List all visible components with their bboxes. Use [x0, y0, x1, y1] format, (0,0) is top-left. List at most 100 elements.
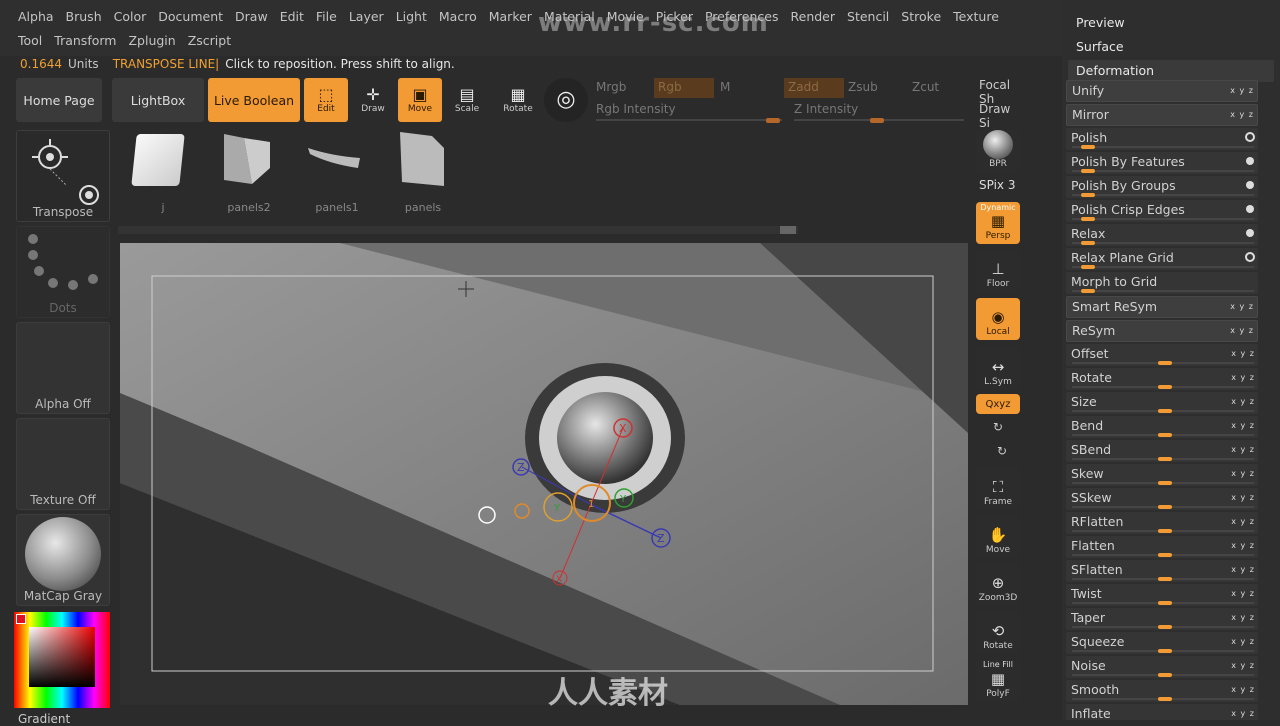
menu-brush[interactable]: Brush	[60, 9, 108, 24]
slider-knob[interactable]	[1158, 409, 1172, 413]
spix-label[interactable]: SPix 3	[979, 178, 1015, 192]
deformation-polish-by-features[interactable]: Polish By Features	[1066, 152, 1258, 174]
slider-knob[interactable]	[1158, 601, 1172, 605]
menu-color[interactable]: Color	[108, 9, 153, 24]
zoom3d-button[interactable]: ⊕ Zoom3D	[976, 564, 1020, 606]
deformation-relax[interactable]: Relax	[1066, 224, 1258, 246]
deformation-rotate[interactable]: Rotate x y z	[1066, 368, 1258, 390]
toggle-ring-icon[interactable]	[1245, 132, 1255, 142]
zadd-toggle[interactable]: Zadd	[784, 78, 844, 98]
zsub-toggle[interactable]: Zsub	[848, 80, 878, 94]
thumb-j[interactable]: j	[128, 128, 198, 214]
slider-knob[interactable]	[1158, 505, 1172, 509]
xyz-axis-icon[interactable]: x y z	[1231, 632, 1255, 652]
xyz-axis-icon[interactable]: x y z	[1231, 368, 1255, 388]
slider-track[interactable]	[1072, 170, 1254, 172]
deformation-rflatten[interactable]: RFlatten x y z	[1066, 512, 1258, 534]
deformation-mirror[interactable]: Mirror x y z	[1066, 104, 1258, 126]
mrgb-toggle[interactable]: Mrgb	[596, 80, 626, 94]
deformation-sbend[interactable]: SBend x y z	[1066, 440, 1258, 462]
menu-zscript[interactable]: Zscript	[182, 33, 237, 48]
menu-marker[interactable]: Marker	[483, 9, 538, 24]
texture-tile[interactable]: Texture Off	[16, 418, 110, 510]
deformation-smooth[interactable]: Smooth x y z	[1066, 680, 1258, 702]
xyz-button[interactable]: Qxyz	[976, 394, 1020, 414]
menu-layer[interactable]: Layer	[343, 9, 390, 24]
thumb-scrollbar[interactable]	[118, 226, 798, 234]
xyz-axis-icon[interactable]: x y z	[1231, 512, 1255, 532]
slider-knob[interactable]	[1158, 385, 1172, 389]
bpr-button[interactable]: BPR	[976, 130, 1020, 172]
slider-track[interactable]	[1072, 290, 1254, 292]
deformation-sskew[interactable]: SSkew x y z	[1066, 488, 1258, 510]
xyz-axis-icon[interactable]: x y z	[1231, 536, 1255, 556]
slider-knob[interactable]	[1080, 289, 1095, 293]
xyz-axis-icon[interactable]: x y z	[1231, 440, 1255, 460]
live-boolean-button[interactable]: Live Boolean	[208, 78, 300, 122]
menu-render[interactable]: Render	[785, 9, 842, 24]
deformation-flatten[interactable]: Flatten x y z	[1066, 536, 1258, 558]
polyf-button[interactable]: Line Fill ▦ PolyF	[976, 660, 1020, 702]
transpose-tile[interactable]: Transpose	[16, 130, 110, 222]
slider-knob[interactable]	[1080, 217, 1095, 221]
toggle-dot-icon[interactable]	[1246, 157, 1254, 165]
toggle-ring-icon[interactable]	[1245, 252, 1255, 262]
rgb-intensity-knob[interactable]	[766, 118, 780, 123]
slider-knob[interactable]	[1158, 433, 1172, 437]
xyz-axis-icon[interactable]: x y z	[1231, 704, 1255, 720]
thumb-scroll-handle[interactable]	[780, 226, 796, 234]
menu-edit[interactable]: Edit	[274, 9, 310, 24]
menu-document[interactable]: Document	[152, 9, 229, 24]
preview-section-header[interactable]: Preview	[1068, 12, 1274, 34]
color-picker-hue[interactable]	[14, 612, 110, 708]
dots-stroke-tile[interactable]: Dots	[16, 226, 110, 318]
rotate-y-icon[interactable]: ↻	[993, 420, 1003, 434]
slider-knob[interactable]	[1080, 169, 1095, 173]
surface-section-header[interactable]: Surface	[1068, 36, 1274, 58]
menu-stencil[interactable]: Stencil	[841, 9, 895, 24]
slider-knob[interactable]	[1158, 457, 1172, 461]
m-toggle[interactable]: M	[720, 80, 730, 94]
slider-track[interactable]	[1072, 146, 1254, 148]
alpha-tile[interactable]: Alpha Off	[16, 322, 110, 414]
menu-zplugin[interactable]: Zplugin	[122, 33, 181, 48]
deformation-smart-resym[interactable]: Smart ReSym x y z	[1066, 296, 1258, 318]
slider-knob[interactable]	[1158, 673, 1172, 677]
slider-track[interactable]	[1072, 242, 1254, 244]
primary-color-swatch[interactable]	[16, 614, 26, 624]
toggle-dot-icon[interactable]	[1246, 205, 1254, 213]
slider-track[interactable]	[1072, 218, 1254, 220]
color-picker-field[interactable]	[29, 627, 95, 687]
slider-knob[interactable]	[1158, 481, 1172, 485]
lsym-button[interactable]: ↔ L.Sym	[976, 348, 1020, 390]
xyz-axis-icon[interactable]: x y z	[1230, 105, 1254, 125]
xyz-axis-icon[interactable]: x y z	[1231, 608, 1255, 628]
slider-knob[interactable]	[1158, 649, 1172, 653]
menu-file[interactable]: File	[310, 9, 343, 24]
persp-button[interactable]: Dynamic ▦ Persp	[976, 202, 1020, 244]
deformation-morph-to-grid[interactable]: Morph to Grid	[1066, 272, 1258, 294]
xyz-axis-icon[interactable]: x y z	[1231, 680, 1255, 700]
move-button[interactable]: ▣ Move	[398, 78, 442, 122]
rgb-intensity-slider[interactable]	[596, 119, 782, 121]
xyz-axis-icon[interactable]: x y z	[1230, 321, 1254, 341]
menu-stroke[interactable]: Stroke	[895, 9, 947, 24]
deformation-inflate[interactable]: Inflate x y z	[1066, 704, 1258, 720]
xyz-axis-icon[interactable]: x y z	[1231, 584, 1255, 604]
slider-knob[interactable]	[1080, 193, 1095, 197]
z-intensity-knob[interactable]	[870, 118, 884, 123]
slider-knob[interactable]	[1158, 529, 1172, 533]
slider-track[interactable]	[1072, 266, 1254, 268]
gizmo-toggle-button[interactable]: ◎	[544, 78, 588, 122]
xyz-axis-icon[interactable]: x y z	[1231, 392, 1255, 412]
deformation-squeeze[interactable]: Squeeze x y z	[1066, 632, 1258, 654]
menu-texture[interactable]: Texture	[947, 9, 1005, 24]
canvas-viewport[interactable]: X Z Z Y Y 1 X	[120, 243, 968, 705]
slider-knob[interactable]	[1080, 265, 1095, 269]
deformation-twist[interactable]: Twist x y z	[1066, 584, 1258, 606]
xyz-axis-icon[interactable]: x y z	[1231, 344, 1255, 364]
toggle-dot-icon[interactable]	[1246, 181, 1254, 189]
slider-knob[interactable]	[1158, 697, 1172, 701]
xyz-axis-icon[interactable]: x y z	[1231, 464, 1255, 484]
slider-knob[interactable]	[1158, 625, 1172, 629]
